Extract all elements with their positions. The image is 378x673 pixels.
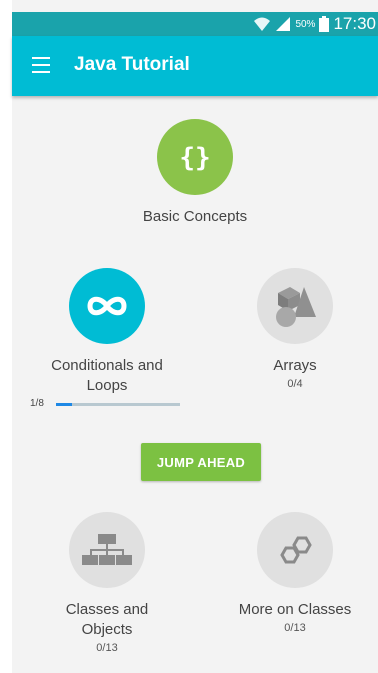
classes-objects-circle[interactable] — [69, 512, 145, 588]
classes-objects-progress-text: 0/13 — [96, 642, 118, 654]
arrays-progress-text: 0/4 — [287, 378, 303, 390]
app-bar: Java Tutorial — [12, 36, 378, 96]
battery-icon — [319, 16, 330, 32]
conditionals-progress-text: 1/8 — [30, 398, 44, 409]
app-title: Java Tutorial — [74, 54, 190, 75]
lesson-conditionals-loops[interactable]: Conditionals and Loops — [32, 268, 182, 396]
classes-objects-label-line2: Objects — [81, 621, 133, 638]
basic-concepts-circle[interactable]: {} — [157, 119, 233, 195]
shapes-icon — [276, 287, 316, 327]
signal-icon — [276, 17, 291, 31]
conditionals-progress: 1/8 — [30, 398, 182, 410]
more-classes-label: More on Classes — [238, 601, 352, 618]
lesson-arrays[interactable]: Arrays 0/4 — [220, 268, 370, 390]
svg-text:{}: {} — [179, 143, 210, 173]
status-bar: 50% 17:30 — [12, 12, 378, 36]
wifi-icon — [254, 17, 271, 31]
arrays-circle[interactable] — [257, 268, 333, 344]
jump-ahead-button[interactable]: JUMP AHEAD — [141, 443, 261, 481]
more-classes-progress-text: 0/13 — [284, 622, 306, 634]
hierarchy-icon — [82, 534, 132, 565]
classes-objects-label-line1: Classes and — [65, 601, 149, 618]
lesson-basic-concepts[interactable]: {} Basic Concepts — [120, 119, 270, 227]
conditionals-label-line1: Conditionals and — [51, 357, 163, 374]
conditionals-circle[interactable] — [69, 268, 145, 344]
battery-percent: 50% — [295, 18, 316, 30]
arrays-label: Arrays — [273, 357, 317, 374]
infinity-icon — [87, 296, 127, 316]
hamburger-menu-icon[interactable] — [32, 57, 50, 73]
conditionals-label-line2: Loops — [86, 377, 128, 394]
more-classes-circle[interactable] — [257, 512, 333, 588]
progress-fill — [56, 403, 72, 406]
hexagons-icon — [280, 536, 312, 564]
lesson-classes-objects[interactable]: Classes and Objects 0/13 — [32, 512, 182, 654]
curly-braces-icon: {} — [179, 143, 210, 173]
status-time: 17:30 — [333, 14, 376, 33]
lesson-more-on-classes[interactable]: More on Classes 0/13 — [220, 512, 370, 634]
app-screen: 50% 17:30 Java Tutorial {} Basic Concept… — [12, 0, 378, 673]
basic-concepts-label: Basic Concepts — [142, 208, 248, 225]
progress-track — [56, 403, 180, 406]
